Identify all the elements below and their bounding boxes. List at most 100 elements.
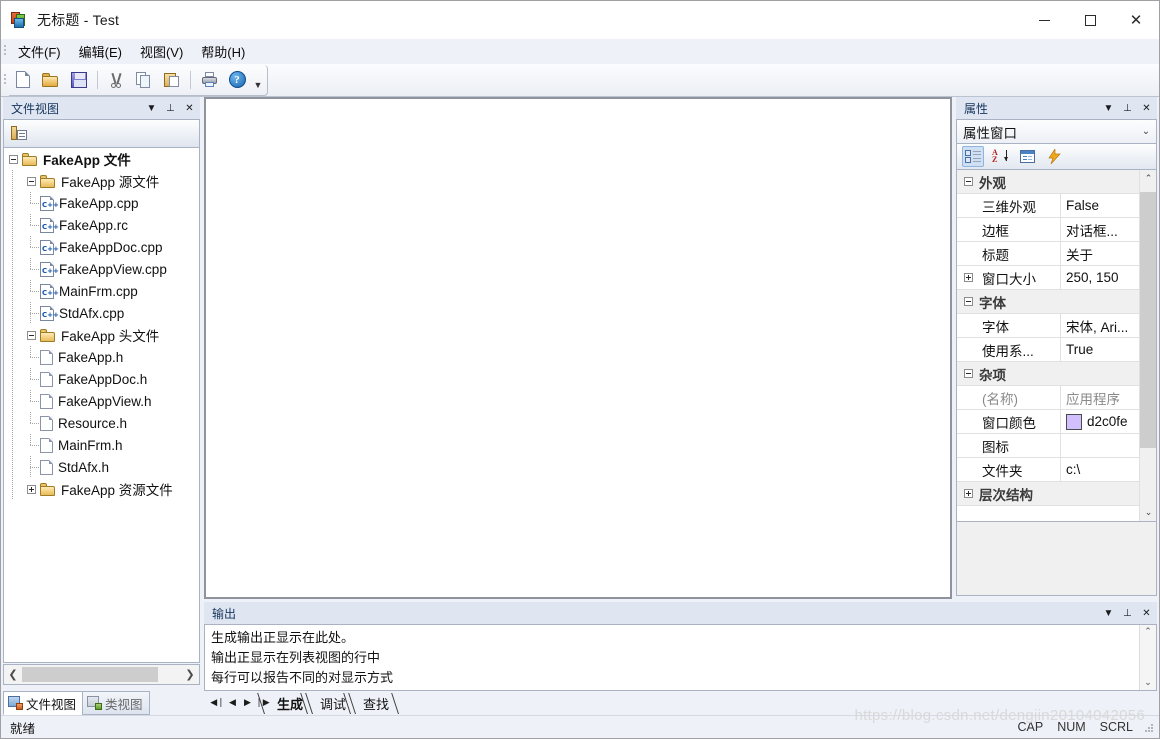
tree-node-file[interactable]: Resource.h	[4, 412, 199, 434]
output-tab-find[interactable]: 查找	[350, 693, 399, 714]
expander-minus-icon[interactable]	[26, 330, 36, 340]
scroll-track[interactable]	[22, 665, 181, 684]
output-body[interactable]: 生成输出正显示在此处。 输出正显示在列表视图的行中 每行可以报告不同的对显示方式…	[204, 624, 1157, 691]
tree-node-file[interactable]: C++ MainFrm.cpp	[4, 280, 199, 302]
property-row[interactable]: 三维外观 False	[957, 194, 1139, 218]
props-events-button[interactable]	[1043, 146, 1065, 167]
property-category-font[interactable]: 字体	[957, 290, 1139, 314]
menu-edit[interactable]: 编辑(E)	[70, 39, 131, 64]
expander-minus-icon[interactable]	[963, 177, 973, 186]
properties-window-icon[interactable]	[11, 126, 27, 141]
nav-prev-icon[interactable]: ◀	[225, 693, 240, 713]
property-value[interactable]: c:\	[1061, 458, 1139, 481]
property-row[interactable]: 使用系... True	[957, 338, 1139, 362]
color-swatch[interactable]	[1066, 413, 1082, 430]
cut-button[interactable]	[103, 67, 129, 93]
tree-node-header-folder[interactable]: FakeApp 头文件	[4, 324, 199, 346]
property-category-hierarchy[interactable]: 层次结构	[957, 482, 1139, 506]
menu-grip-handle[interactable]	[1, 39, 9, 64]
paste-button[interactable]	[159, 67, 185, 93]
open-file-button[interactable]	[38, 67, 64, 93]
tree-node-file[interactable]: C++ FakeAppView.cpp	[4, 258, 199, 280]
file-view-pin-icon[interactable]: ⊥	[162, 99, 179, 117]
file-view-close-icon[interactable]: ✕	[181, 99, 198, 117]
properties-dropdown-icon[interactable]: ▼	[1100, 99, 1117, 117]
property-value[interactable]: 250, 150	[1061, 266, 1139, 289]
output-pin-icon[interactable]: ⊥	[1119, 604, 1136, 622]
output-close-icon[interactable]: ✕	[1138, 604, 1155, 622]
scroll-thumb[interactable]	[22, 667, 158, 682]
expander-minus-icon[interactable]	[8, 154, 18, 164]
maximize-button[interactable]	[1067, 1, 1113, 39]
properties-close-icon[interactable]: ✕	[1138, 99, 1155, 117]
new-file-button[interactable]	[10, 67, 36, 93]
property-category-appearance[interactable]: 外观	[957, 170, 1139, 194]
property-value-wrap[interactable]: d2c0fe	[1061, 410, 1139, 433]
property-row[interactable]: 文件夹 c:\	[957, 458, 1139, 482]
properties-grid[interactable]: 外观 三维外观 False 边框 对话框... 标题 关于 窗口大小 250, …	[956, 170, 1157, 522]
expander-plus-icon[interactable]	[963, 489, 973, 498]
props-categorized-button[interactable]	[962, 146, 984, 167]
tree-node-file[interactable]: StdAfx.h	[4, 456, 199, 478]
tree-node-file[interactable]: C++ FakeAppDoc.cpp	[4, 236, 199, 258]
tree-node-file[interactable]: FakeAppDoc.h	[4, 368, 199, 390]
scroll-up-icon[interactable]: ⌃	[1140, 170, 1156, 187]
scroll-thumb[interactable]	[1140, 192, 1156, 448]
property-value[interactable]: 对话框...	[1061, 218, 1139, 241]
expander-minus-icon[interactable]	[963, 369, 973, 378]
props-property-pages-button[interactable]	[1016, 146, 1038, 167]
minimize-button[interactable]	[1021, 1, 1067, 39]
nav-first-icon[interactable]: ◀❘	[210, 693, 225, 713]
tree-node-root[interactable]: FakeApp 文件	[4, 148, 199, 170]
output-vertical-scrollbar[interactable]: ⌃ ⌄	[1139, 625, 1156, 690]
expander-minus-icon[interactable]	[26, 176, 36, 186]
tab-file-view[interactable]: 文件视图	[3, 691, 84, 715]
property-row[interactable]: (名称) 应用程序	[957, 386, 1139, 410]
property-value[interactable]: 关于	[1061, 242, 1139, 265]
toolbar-grip-handle[interactable]	[1, 68, 9, 93]
property-row[interactable]: 窗口大小 250, 150	[957, 266, 1139, 290]
help-button[interactable]: ?	[224, 67, 250, 93]
props-alphabetical-button[interactable]: AZ	[989, 146, 1011, 167]
copy-button[interactable]	[131, 67, 157, 93]
property-value[interactable]: True	[1061, 338, 1139, 361]
menu-help[interactable]: 帮助(H)	[192, 39, 254, 64]
tree-node-file[interactable]: C++ FakeApp.rc	[4, 214, 199, 236]
tree-node-file[interactable]: FakeAppView.h	[4, 390, 199, 412]
tree-node-file[interactable]: MainFrm.h	[4, 434, 199, 456]
output-dropdown-icon[interactable]: ▼	[1100, 604, 1117, 622]
property-row[interactable]: 标题 关于	[957, 242, 1139, 266]
scroll-down-icon[interactable]: ⌄	[1140, 504, 1156, 521]
menu-file[interactable]: 文件(F)	[9, 39, 70, 64]
file-tree-horizontal-scrollbar[interactable]: ❮ ❯	[3, 664, 200, 685]
document-canvas[interactable]	[204, 97, 952, 599]
property-value[interactable]: 应用程序	[1061, 386, 1139, 409]
property-value[interactable]: False	[1061, 194, 1139, 217]
resize-grip-icon[interactable]	[1140, 719, 1156, 735]
menu-view[interactable]: 视图(V)	[131, 39, 192, 64]
nav-next-icon[interactable]: ▶	[240, 693, 255, 713]
tree-node-file[interactable]: C++ FakeApp.cpp	[4, 192, 199, 214]
close-button[interactable]: ✕	[1113, 1, 1159, 39]
toolbar-overflow-button[interactable]: ▼	[251, 64, 265, 95]
expander-minus-icon[interactable]	[963, 297, 973, 306]
tree-node-file[interactable]: C++ StdAfx.cpp	[4, 302, 199, 324]
property-row-window-color[interactable]: 窗口颜色 d2c0fe	[957, 410, 1139, 434]
scroll-right-icon[interactable]: ❯	[181, 665, 199, 684]
save-file-button[interactable]	[66, 67, 92, 93]
property-row[interactable]: 边框 对话框...	[957, 218, 1139, 242]
file-view-dropdown-icon[interactable]: ▼	[143, 99, 160, 117]
chevron-down-icon[interactable]: ⌄	[1136, 126, 1156, 137]
tree-node-resource-folder[interactable]: FakeApp 资源文件	[4, 478, 199, 500]
properties-pin-icon[interactable]: ⊥	[1119, 99, 1136, 117]
property-row[interactable]: 图标	[957, 434, 1139, 458]
tab-class-view[interactable]: 类视图	[82, 691, 150, 715]
file-tree[interactable]: FakeApp 文件 FakeApp 源文件 C++ FakeApp.cpp C…	[3, 147, 200, 663]
scroll-down-icon[interactable]: ⌄	[1144, 678, 1152, 688]
properties-vertical-scrollbar[interactable]: ⌃ ⌄	[1139, 170, 1156, 521]
scroll-up-icon[interactable]: ⌃	[1144, 627, 1152, 637]
print-button[interactable]	[196, 67, 222, 93]
property-value[interactable]	[1061, 434, 1139, 457]
expander-plus-icon[interactable]	[963, 273, 973, 282]
property-category-misc[interactable]: 杂项	[957, 362, 1139, 386]
